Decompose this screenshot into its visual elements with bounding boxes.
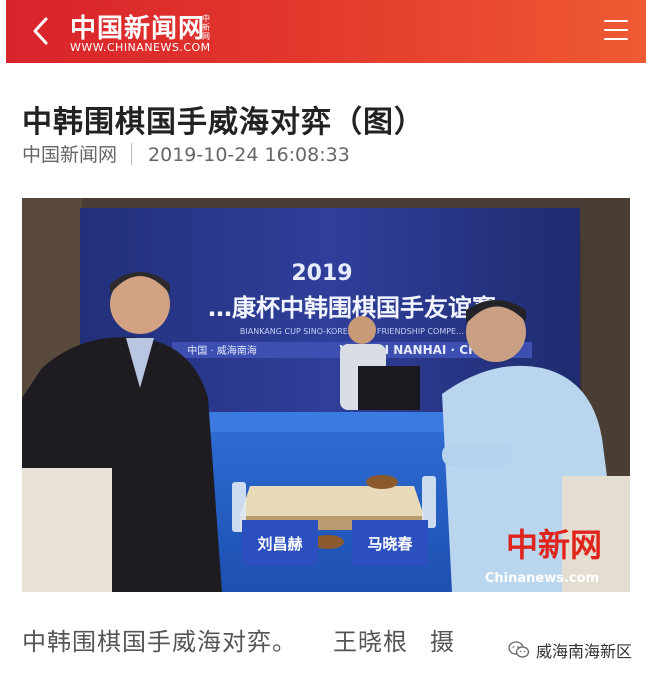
logo-tag: 中新网 [202, 14, 210, 41]
caption-author: 王晓根 [333, 628, 408, 656]
top-nav-bar: 中国新闻网 中新网 WWW.CHINANEWS.COM [6, 0, 646, 63]
caption-text: 中韩围棋国手威海对弈。 [22, 628, 297, 656]
banner-title: …康杯中韩围棋国手友谊赛 [208, 294, 497, 322]
menu-button[interactable] [604, 20, 628, 42]
banner-place-cn: 中国 · 威海南海 [187, 344, 257, 357]
meta-divider [131, 143, 133, 165]
go-match-photo: 2019 …康杯中韩围棋国手友谊赛 BIANKANG CUP SINO-KORE… [22, 198, 630, 592]
chevron-left-icon [33, 17, 48, 45]
nameplate-right: 马晓春 [367, 535, 412, 553]
wechat-watermark: 威海南海新区 [507, 638, 632, 662]
back-button[interactable] [26, 13, 56, 49]
logo-english: WWW.CHINANEWS.COM [70, 41, 211, 54]
caption-credit: 摄 [430, 628, 455, 656]
photo-watermark-en: Chinanews.com [485, 571, 599, 586]
wechat-account-name: 威海南海新区 [535, 642, 632, 661]
article-datetime: 2019-10-24 16:08:33 [148, 144, 350, 166]
nameplate-left: 刘昌赫 [257, 535, 302, 553]
photo-watermark-cn: 中新网 [506, 526, 602, 564]
site-logo[interactable]: 中国新闻网 中新网 WWW.CHINANEWS.COM [70, 8, 220, 56]
photo-caption: 中韩围棋国手威海对弈。 王晓根摄 [22, 622, 455, 657]
article-meta: 中国新闻网 2019-10-24 16:08:33 [22, 140, 350, 170]
banner-year: 2019 [291, 261, 352, 286]
wechat-icon [508, 641, 530, 658]
article-photo[interactable]: 2019 …康杯中韩围棋国手友谊赛 BIANKANG CUP SINO-KORE… [22, 198, 630, 592]
article-source[interactable]: 中国新闻网 [22, 144, 117, 166]
hamburger-menu-icon [604, 20, 628, 40]
logo-chinese: 中国新闻网 [70, 14, 206, 44]
